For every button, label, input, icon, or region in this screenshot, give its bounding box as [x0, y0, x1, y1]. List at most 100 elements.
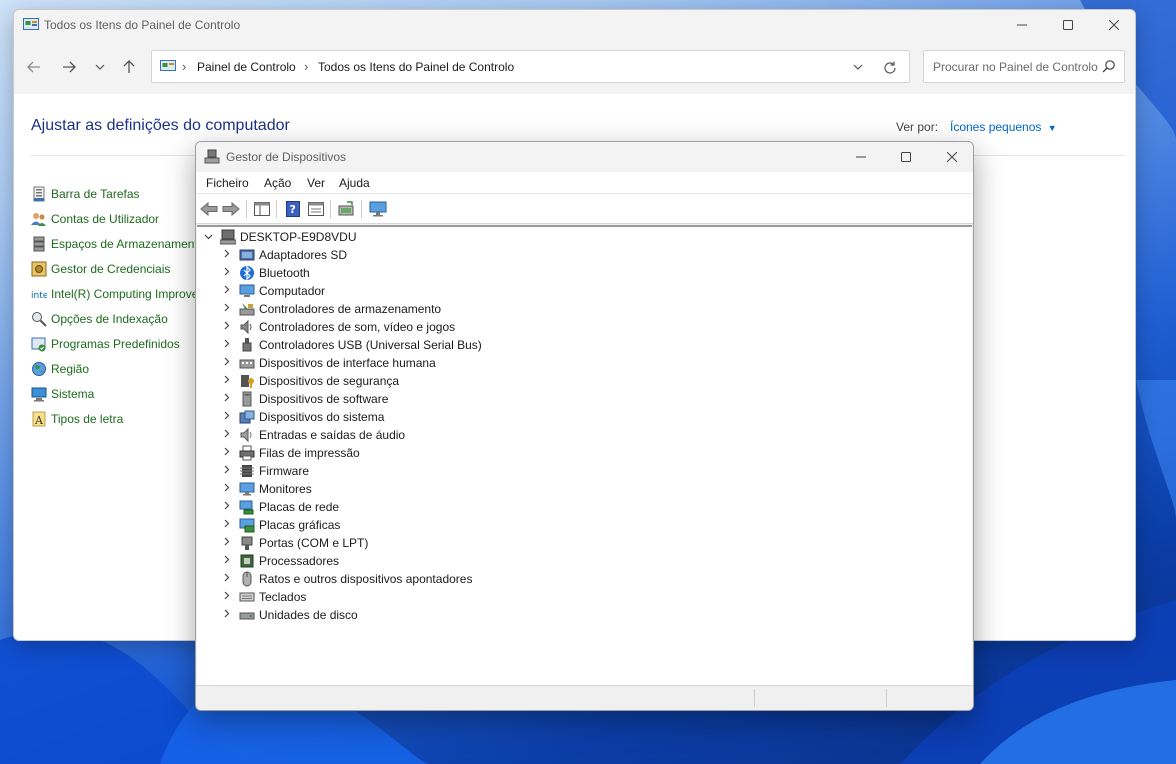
refresh-button[interactable] [883, 57, 897, 79]
window-title: Gestor de Dispositivos [226, 150, 347, 164]
cp-item-fonts[interactable]: A Tipos de letra [31, 409, 123, 429]
chevron-right-icon[interactable] [221, 303, 233, 315]
tree-root[interactable]: DESKTOP-E9D8VDU [197, 228, 972, 246]
toolbar-forward-button[interactable] [221, 199, 241, 219]
menu-help[interactable]: Ajuda [339, 176, 370, 190]
toolbar-monitor-button[interactable] [368, 199, 388, 219]
address-bar[interactable]: › Painel de Controlo › Todos os Itens do… [151, 50, 910, 83]
chevron-right-icon[interactable] [221, 465, 233, 477]
toolbar-help-button[interactable]: ? [283, 199, 303, 219]
region-icon [32, 362, 46, 376]
tree-category-row[interactable]: Ratos e outros dispositivos apontadores [197, 570, 972, 588]
recent-locations-button[interactable] [88, 56, 112, 78]
minimize-icon [1017, 24, 1027, 26]
search-input[interactable]: Procurar no Painel de Controlo [923, 50, 1125, 83]
tree-category-row[interactable]: Controladores USB (Universal Serial Bus) [197, 336, 972, 354]
cp-titlebar[interactable]: Todos os Itens do Painel de Controlo [14, 10, 1135, 40]
chevron-right-icon[interactable] [221, 393, 233, 405]
tree-category-row[interactable]: Dispositivos de segurança [197, 372, 972, 390]
tree-category-row[interactable]: Filas de impressão [197, 444, 972, 462]
tree-category-label: Computador [259, 284, 326, 298]
toolbar-show-hide-tree-button[interactable] [252, 199, 272, 219]
minimize-button[interactable] [838, 142, 884, 172]
chevron-right-icon[interactable] [221, 375, 233, 387]
chevron-right-icon[interactable] [221, 429, 233, 441]
tree-category-row[interactable]: Computador [197, 282, 972, 300]
up-button[interactable] [117, 56, 141, 78]
chevron-right-icon[interactable] [221, 285, 233, 297]
cp-item-storage-spaces[interactable]: Espaços de Armazenamento [31, 234, 204, 254]
chevron-right-icon[interactable] [221, 447, 233, 459]
chevron-right-icon[interactable] [221, 537, 233, 549]
mouse-icon [242, 571, 252, 587]
chevron-right-icon[interactable] [221, 609, 233, 621]
menu-file[interactable]: Ficheiro [206, 176, 249, 190]
dm-titlebar[interactable]: Gestor de Dispositivos [196, 142, 973, 172]
tree-category-row[interactable]: Controladores de armazenamento [197, 300, 972, 318]
chevron-right-icon[interactable] [221, 339, 233, 351]
cp-item-default-programs[interactable]: Programas Predefinidos [31, 334, 180, 354]
tree-category-row[interactable]: Unidades de disco [197, 606, 972, 624]
tree-category-row[interactable]: Dispositivos do sistema [197, 408, 972, 426]
toolbar-properties-button[interactable] [306, 199, 326, 219]
tree-category-row[interactable]: Portas (COM e LPT) [197, 534, 972, 552]
cp-item-user-accounts[interactable]: Contas de Utilizador [31, 209, 159, 229]
tree-category-row[interactable]: Dispositivos de interface humana [197, 354, 972, 372]
tree-category-row[interactable]: Adaptadores SD [197, 246, 972, 264]
breadcrumb-all-items[interactable]: Todos os Itens do Painel de Controlo [318, 60, 514, 74]
tree-category-row[interactable]: Teclados [197, 588, 972, 606]
tree-category-row[interactable]: Placas de rede [197, 498, 972, 516]
menu-bar: Ficheiro Ação Ver Ajuda [196, 172, 973, 194]
tree-category-label: Dispositivos do sistema [259, 410, 385, 424]
maximize-button[interactable] [883, 142, 929, 172]
tree-category-row[interactable]: Placas gráficas [197, 516, 972, 534]
chevron-right-icon[interactable] [221, 321, 233, 333]
back-button[interactable] [22, 56, 46, 78]
cp-item-taskbar[interactable]: Barra de Tarefas [31, 184, 140, 204]
toolbar-separator [330, 200, 331, 218]
chevron-right-icon[interactable] [221, 519, 233, 531]
chevron-right-icon[interactable] [221, 267, 233, 279]
forward-button[interactable] [57, 56, 81, 78]
breadcrumb-control-panel[interactable]: Painel de Controlo [197, 60, 296, 74]
chevron-right-icon[interactable] [221, 411, 233, 423]
minimize-button[interactable] [999, 10, 1045, 40]
tree-category-row[interactable]: Entradas e saídas de áudio [197, 426, 972, 444]
chevron-right-icon[interactable] [221, 249, 233, 261]
cp-item-credential-manager[interactable]: Gestor de Credenciais [31, 259, 170, 279]
chevron-right-icon[interactable] [221, 555, 233, 567]
toolbar-scan-hardware-button[interactable] [337, 199, 357, 219]
maximize-button[interactable] [1045, 10, 1091, 40]
forward-arrow-icon [222, 202, 240, 216]
properties-icon [308, 202, 324, 216]
menu-action[interactable]: Ação [264, 176, 291, 190]
address-dropdown-button[interactable] [853, 58, 863, 73]
keyboard-icon [239, 592, 255, 602]
cp-item-indexing-options[interactable]: Opções de Indexação [31, 309, 168, 329]
tree-category-row[interactable]: Dispositivos de software [197, 390, 972, 408]
ports-icon [241, 536, 253, 550]
chevron-right-icon[interactable] [221, 483, 233, 495]
computer-root-icon [220, 229, 236, 245]
close-button[interactable] [1091, 10, 1135, 40]
tree-category-row[interactable]: Controladores de som, vídeo e jogos [197, 318, 972, 336]
toolbar-back-button[interactable] [199, 199, 219, 219]
cp-item-region[interactable]: Região [31, 359, 89, 379]
control-panel-icon [23, 18, 39, 30]
tree-category-row[interactable]: Firmware [197, 462, 972, 480]
chevron-right-icon[interactable] [221, 501, 233, 513]
tree-category-row[interactable]: Bluetooth [197, 264, 972, 282]
chevron-down-icon[interactable] [202, 231, 214, 243]
menu-view[interactable]: Ver [307, 176, 325, 190]
cp-item-system[interactable]: Sistema [31, 384, 94, 404]
chevron-right-icon[interactable] [221, 573, 233, 585]
chevron-right-icon[interactable] [221, 357, 233, 369]
tree-category-label: Controladores USB (Universal Serial Bus) [259, 338, 482, 352]
close-button[interactable] [929, 142, 973, 172]
scan-hardware-icon [338, 201, 354, 216]
chevron-right-icon[interactable] [221, 591, 233, 603]
tree-category-label: Dispositivos de software [259, 392, 389, 406]
tree-category-row[interactable]: Monitores [197, 480, 972, 498]
view-by-dropdown[interactable]: Ícones pequenos ▼ [950, 120, 1057, 134]
tree-category-row[interactable]: Processadores [197, 552, 972, 570]
